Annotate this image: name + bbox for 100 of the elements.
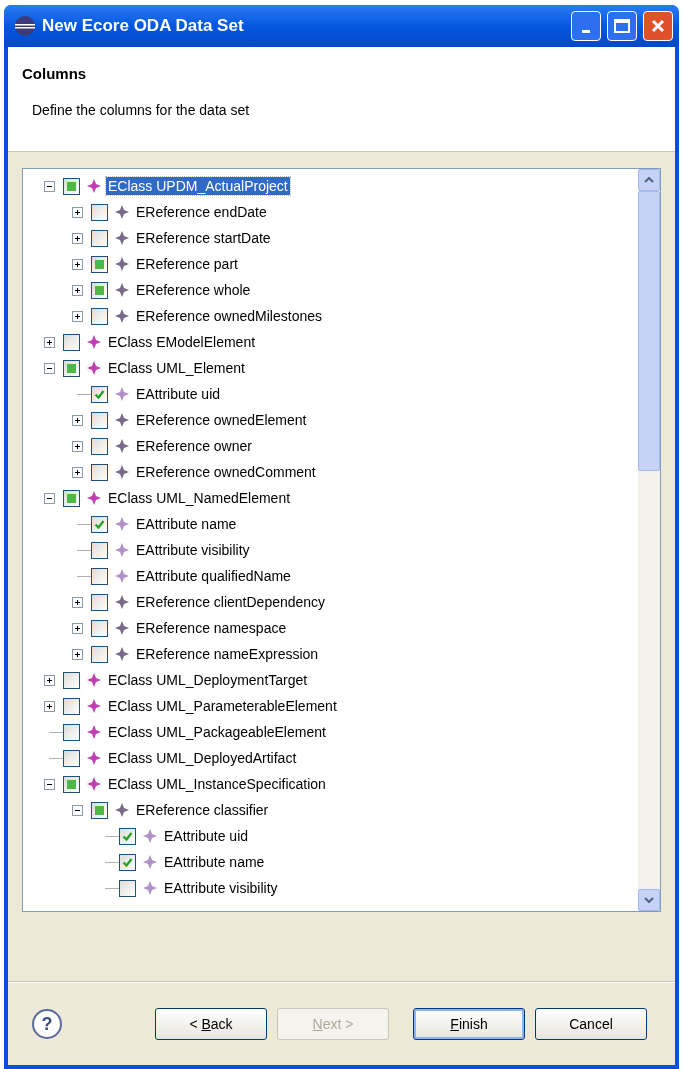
checkbox[interactable] <box>63 671 80 689</box>
scrollbar[interactable] <box>638 169 660 911</box>
checkbox[interactable] <box>91 255 108 273</box>
tree-item[interactable]: EClass UML_PackageableElement <box>106 723 328 741</box>
expand-toggle[interactable] <box>71 648 83 660</box>
tree-item[interactable]: EReference part <box>134 255 240 273</box>
checkbox[interactable] <box>91 541 108 559</box>
expand-toggle[interactable] <box>71 466 83 478</box>
tree-item[interactable]: EClass UPDM_ActualProject <box>106 177 290 195</box>
dialog-button[interactable]: Cancel <box>535 1008 647 1040</box>
expand-toggle[interactable] <box>71 440 83 452</box>
expand-toggle[interactable] <box>71 622 83 634</box>
expand-toggle[interactable] <box>71 414 83 426</box>
tree-item[interactable]: EReference ownedElement <box>134 411 309 429</box>
expand-toggle[interactable] <box>43 700 55 712</box>
tree-item[interactable]: EAttribute visibility <box>162 879 280 897</box>
expand-toggle[interactable] <box>71 310 83 322</box>
checkbox[interactable] <box>91 385 108 403</box>
expand-toggle[interactable] <box>71 206 83 218</box>
checkbox[interactable] <box>91 307 108 325</box>
tree-item[interactable]: EAttribute uid <box>162 827 251 845</box>
tree-item[interactable]: EAttribute name <box>134 515 239 533</box>
expand-toggle[interactable] <box>71 258 83 270</box>
tree-item[interactable]: EReference ownedComment <box>134 463 318 481</box>
checkbox[interactable] <box>91 567 108 585</box>
diamond-icon <box>114 282 130 298</box>
checkbox[interactable] <box>63 775 80 793</box>
help-button[interactable]: ? <box>32 1009 62 1039</box>
diamond-icon <box>114 646 130 662</box>
diamond-icon <box>86 724 102 740</box>
checkbox[interactable] <box>91 515 108 533</box>
tree-item[interactable]: EClass UML_Element <box>106 359 247 377</box>
checkbox[interactable] <box>91 645 108 663</box>
close-icon <box>650 18 666 34</box>
checkbox[interactable] <box>91 437 108 455</box>
checkbox[interactable] <box>63 723 80 741</box>
checkbox[interactable] <box>119 827 136 845</box>
collapse-toggle[interactable] <box>43 362 55 374</box>
tree-item[interactable]: EAttribute visibility <box>134 541 252 559</box>
tree-item[interactable]: EClass EModelElement <box>106 333 258 351</box>
checkbox[interactable] <box>91 411 108 429</box>
checkbox[interactable] <box>91 203 108 221</box>
chevron-up-icon <box>644 177 654 183</box>
expand-toggle[interactable] <box>43 674 55 686</box>
diamond-icon <box>86 178 102 194</box>
diamond-icon <box>86 672 102 688</box>
collapse-toggle[interactable] <box>43 492 55 504</box>
tree-item[interactable]: EReference whole <box>134 281 253 299</box>
checkmark-icon <box>94 518 105 530</box>
close-button[interactable] <box>643 11 673 41</box>
tree-item[interactable]: EClass UML_ParameterableElement <box>106 697 339 715</box>
diamond-icon <box>86 490 102 506</box>
diamond-icon <box>86 698 102 714</box>
tree-item[interactable]: EClass UML_InstanceSpecification <box>106 775 328 793</box>
dialog-button[interactable]: < Back <box>155 1008 267 1040</box>
tree-item[interactable]: EReference startDate <box>134 229 273 247</box>
expand-toggle[interactable] <box>71 596 83 608</box>
checkbox[interactable] <box>91 229 108 247</box>
checkbox[interactable] <box>63 359 80 377</box>
expand-toggle[interactable] <box>71 284 83 296</box>
checkbox[interactable] <box>63 333 80 351</box>
checkbox[interactable] <box>63 749 80 767</box>
tree-item[interactable]: EClass UML_NamedElement <box>106 489 293 507</box>
tree-item[interactable]: EAttribute name <box>162 853 267 871</box>
tree-item[interactable]: EClass UML_DeploymentTarget <box>106 671 310 689</box>
window-title: New Ecore ODA Data Set <box>42 15 245 38</box>
tree-item[interactable]: EReference owner <box>134 437 254 455</box>
checkbox[interactable] <box>119 879 136 897</box>
checkbox[interactable] <box>91 593 108 611</box>
chevron-down-icon <box>644 897 654 903</box>
diamond-icon <box>114 230 130 246</box>
tree-item[interactable]: EReference classifier <box>134 801 271 819</box>
collapse-toggle[interactable] <box>43 180 55 192</box>
checkbox[interactable] <box>91 801 108 819</box>
collapse-toggle[interactable] <box>43 778 55 790</box>
checkmark-icon <box>122 830 133 842</box>
tree-item[interactable]: EReference clientDependency <box>134 593 328 611</box>
checkbox[interactable] <box>63 697 80 715</box>
checkbox[interactable] <box>63 177 80 195</box>
expand-toggle[interactable] <box>71 232 83 244</box>
tree-item[interactable]: EAttribute uid <box>134 385 223 403</box>
tree-item[interactable]: EClass UML_DeployedArtifact <box>106 749 299 767</box>
minimize-button[interactable] <box>571 11 601 41</box>
tree-item[interactable]: EReference nameExpression <box>134 645 321 663</box>
checkbox[interactable] <box>91 619 108 637</box>
diamond-icon <box>142 854 158 870</box>
tree-item[interactable]: EReference ownedMilestones <box>134 307 324 325</box>
checkbox[interactable] <box>119 853 136 871</box>
dialog-button[interactable]: Finish <box>413 1008 525 1040</box>
diamond-icon <box>114 412 130 428</box>
tree-item[interactable]: EReference endDate <box>134 203 269 221</box>
checkbox[interactable] <box>63 489 80 507</box>
tree-item[interactable]: EAttribute qualifiedName <box>134 567 293 585</box>
checkbox[interactable] <box>91 281 108 299</box>
expand-toggle[interactable] <box>43 336 55 348</box>
page-description: Define the columns for the data set <box>32 100 251 120</box>
tree-item[interactable]: EReference namespace <box>134 619 289 637</box>
checkbox[interactable] <box>91 463 108 481</box>
collapse-toggle[interactable] <box>71 804 83 816</box>
maximize-button[interactable] <box>607 11 637 41</box>
